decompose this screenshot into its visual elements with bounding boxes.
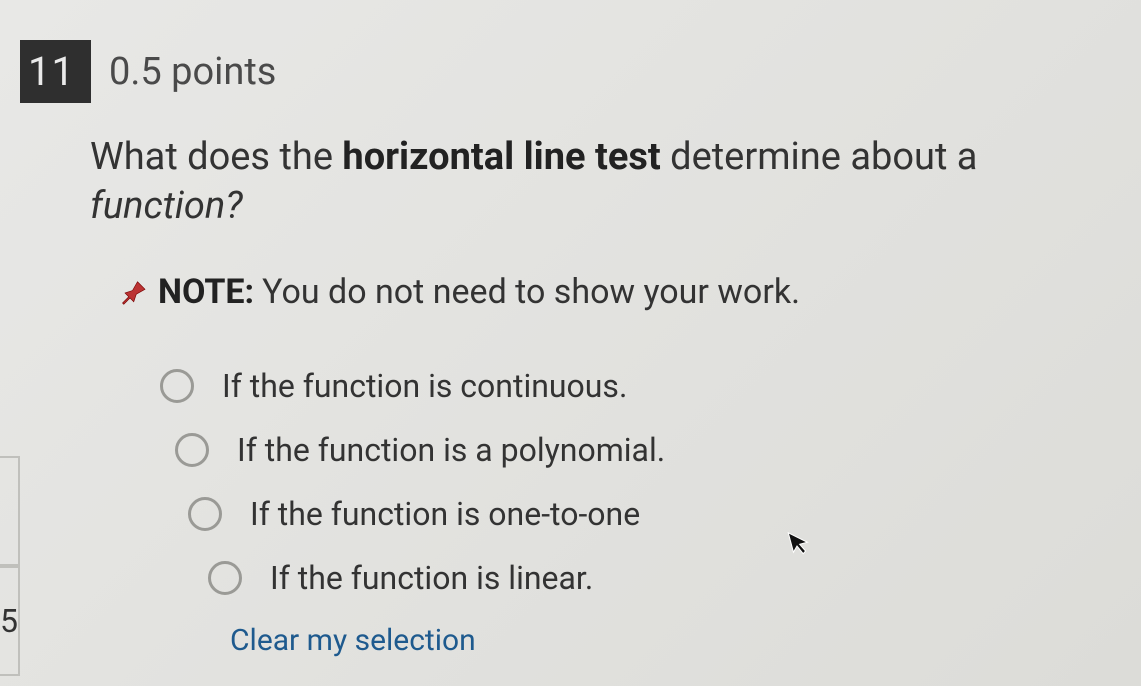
note-label: NOTE: <box>158 272 254 312</box>
prompt-prefix: What does the <box>90 135 342 179</box>
prompt-italic: function? <box>90 184 243 228</box>
prompt-mid: determine about a <box>661 135 978 179</box>
radio-icon[interactable] <box>208 561 242 595</box>
radio-icon[interactable] <box>160 369 194 403</box>
radio-icon[interactable] <box>188 497 222 531</box>
option-polynomial[interactable]: If the function is a polynomial. <box>175 431 1101 469</box>
note-row: NOTE: You do not need to show your work. <box>120 272 1101 312</box>
clear-selection-link[interactable]: Clear my selection <box>230 623 1101 658</box>
option-label: If the function is linear. <box>270 559 593 597</box>
options-group: If the function is continuous. If the fu… <box>160 367 1101 597</box>
option-label: If the function is continuous. <box>222 367 627 405</box>
question-panel: 11 0.5 points What does the horizontal l… <box>20 0 1141 686</box>
prompt-bold: horizontal line test <box>342 135 660 179</box>
option-one-to-one[interactable]: If the function is one-to-one <box>188 495 1101 533</box>
nav-cell-empty[interactable] <box>0 456 20 566</box>
question-number-badge: 11 <box>20 40 91 103</box>
option-label: If the function is one-to-one <box>250 495 640 533</box>
page-number: 5 <box>0 602 18 640</box>
pin-icon <box>120 277 150 307</box>
radio-icon[interactable] <box>175 433 209 467</box>
question-prompt: What does the horizontal line test deter… <box>90 133 1101 232</box>
option-linear[interactable]: If the function is linear. <box>208 559 1101 597</box>
option-label: If the function is a polynomial. <box>237 431 665 469</box>
note-text: You do not need to show your work. <box>262 272 800 312</box>
nav-cell-page[interactable]: 5 <box>0 566 20 676</box>
question-nav-rail: 5 <box>0 0 20 686</box>
question-header: 11 0.5 points <box>20 40 1101 103</box>
question-points: 0.5 points <box>109 50 276 94</box>
option-continuous[interactable]: If the function is continuous. <box>160 367 1101 405</box>
